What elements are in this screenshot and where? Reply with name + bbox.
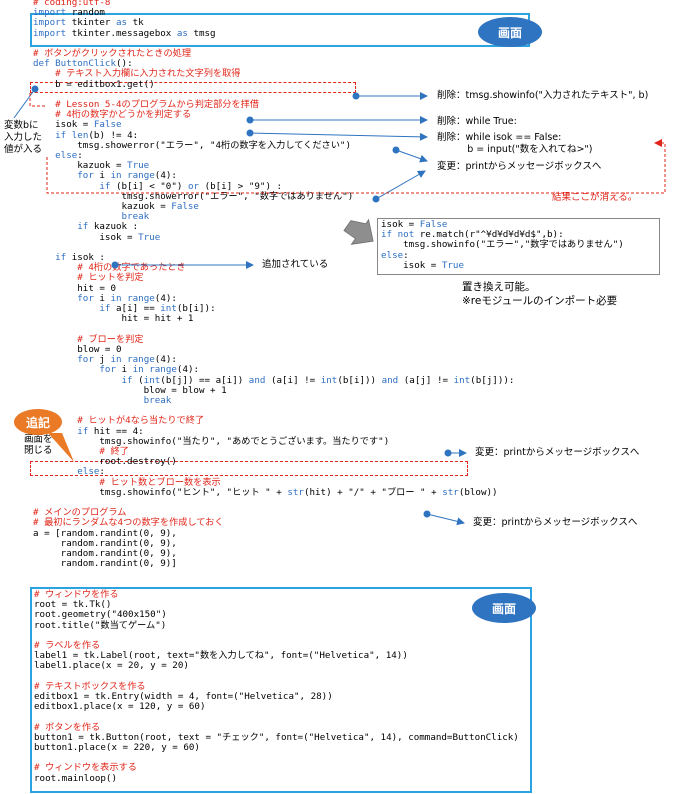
arrow-added [111, 261, 254, 269]
arrow-delete-showinfo [352, 92, 428, 100]
arrow-delete-while-isok [246, 129, 428, 141]
arrow-change-showerror-1 [392, 146, 428, 163]
red-dashed-region [29, 93, 666, 194]
connector-overlay [13, 85, 666, 526]
arrow-change-showerror-2 [372, 170, 426, 203]
arrow-delete-while-true [246, 116, 428, 124]
arrow-change-showinfo-hint [423, 510, 465, 526]
arrow-change-showinfo-hit [444, 449, 467, 457]
arrow-b-var [13, 85, 39, 119]
gray-replace-arrow [343, 218, 374, 245]
addition-pointer [48, 433, 74, 462]
